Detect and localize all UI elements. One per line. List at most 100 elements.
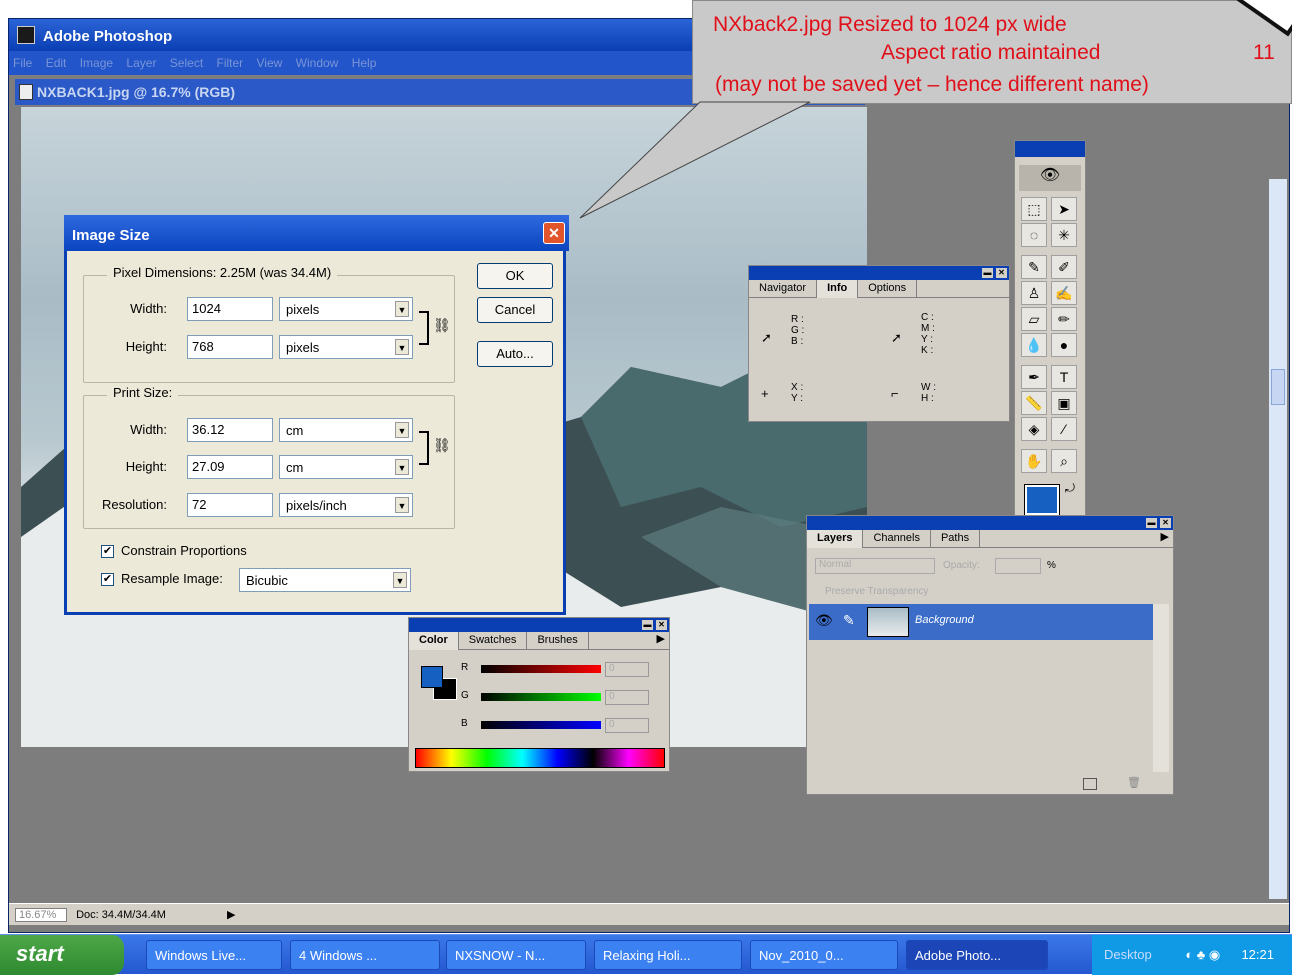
palette-titlebar[interactable]: ▬ ✕ — [749, 266, 1009, 280]
menu-file[interactable]: File — [13, 56, 32, 70]
zoom-level[interactable]: 16.67% — [15, 908, 67, 922]
print-height-unit-select[interactable]: cm ▼ — [279, 455, 413, 479]
close-icon[interactable]: ✕ — [656, 620, 667, 630]
blend-mode-select[interactable]: Normal — [815, 558, 935, 574]
blue-slider[interactable] — [481, 721, 601, 729]
measure-tool-icon[interactable]: 📏 — [1021, 391, 1047, 415]
minimize-icon[interactable]: ▬ — [982, 268, 993, 278]
palette-menu-icon[interactable]: ▶ — [1161, 530, 1169, 543]
paint-bucket-icon[interactable]: ◈ — [1021, 417, 1047, 441]
red-value[interactable]: 0 — [605, 662, 649, 677]
blue-value[interactable]: 0 — [605, 718, 649, 733]
task-relaxing-holi[interactable]: Relaxing Holi... — [594, 940, 742, 970]
tab-channels[interactable]: Channels — [863, 530, 931, 548]
print-width-unit-select[interactable]: cm ▼ — [279, 418, 413, 442]
close-icon[interactable]: ✕ — [543, 222, 565, 244]
green-value[interactable]: 0 — [605, 690, 649, 705]
lasso-tool-icon[interactable]: ◌ — [1021, 223, 1047, 247]
hand-tool-icon[interactable]: ✋ — [1021, 449, 1047, 473]
opacity-input[interactable] — [995, 558, 1041, 574]
burn-tool-icon[interactable]: ● — [1051, 333, 1077, 357]
menu-layer[interactable]: Layer — [126, 56, 156, 70]
eraser-tool-icon[interactable]: ▱ — [1021, 307, 1047, 331]
tab-swatches[interactable]: Swatches — [459, 632, 528, 650]
auto-button[interactable]: Auto... — [477, 341, 553, 367]
tab-options[interactable]: Options — [858, 280, 918, 298]
clock[interactable]: 12:21 — [1241, 947, 1274, 962]
desktop-toolbar[interactable]: Desktop — [1104, 947, 1152, 962]
print-width-input[interactable]: 36.12 — [187, 418, 273, 442]
tab-color[interactable]: Color — [409, 632, 459, 650]
blue-label: B — [461, 718, 468, 729]
task-nxsnow[interactable]: NXSNOW - N... — [446, 940, 586, 970]
menu-view[interactable]: View — [257, 56, 283, 70]
color-ramp[interactable] — [415, 748, 665, 768]
menu-help[interactable]: Help — [352, 56, 377, 70]
airbrush-tool-icon[interactable]: ✎ — [1021, 255, 1047, 279]
menu-image[interactable]: Image — [80, 56, 113, 70]
tab-info[interactable]: Info — [817, 280, 859, 298]
trash-icon[interactable]: 🗑 — [1127, 776, 1141, 789]
resolution-unit-select[interactable]: pixels/inch ▼ — [279, 493, 413, 517]
tab-navigator[interactable]: Navigator — [749, 280, 818, 298]
tab-paths[interactable]: Paths — [931, 530, 981, 548]
constrain-proportions-checkbox[interactable]: ✔ — [101, 545, 114, 558]
eyedropper-tool-icon[interactable]: ⁄ — [1051, 417, 1077, 441]
status-arrow-icon[interactable]: ▶ — [227, 909, 235, 921]
adobe-eye-icon[interactable]: 👁 — [1019, 165, 1081, 191]
marquee-tool-icon[interactable]: ⬚ — [1021, 197, 1047, 221]
paintbrush-tool-icon[interactable]: ✐ — [1051, 255, 1077, 279]
eye-visibility-icon[interactable]: 👁 — [815, 612, 833, 629]
magic-wand-icon[interactable]: ✳ — [1051, 223, 1077, 247]
palette-menu-icon[interactable]: ▶ — [657, 632, 665, 645]
start-button[interactable]: start — [0, 935, 124, 975]
dialog-titlebar[interactable]: Image Size ✕ — [64, 215, 569, 251]
print-height-input[interactable]: 27.09 — [187, 455, 273, 479]
menu-edit[interactable]: Edit — [46, 56, 67, 70]
blur-tool-icon[interactable]: 💧 — [1021, 333, 1047, 357]
width-input[interactable]: 1024 — [187, 297, 273, 321]
scroll-thumb[interactable] — [1271, 369, 1285, 405]
palette-titlebar[interactable]: ▬ ✕ — [807, 516, 1173, 530]
pencil-tool-icon[interactable]: ✏ — [1051, 307, 1077, 331]
ok-button[interactable]: OK — [477, 263, 553, 289]
pen-tool-icon[interactable]: ✒ — [1021, 365, 1047, 389]
foreground-color-swatch[interactable] — [421, 666, 443, 688]
history-brush-icon[interactable]: ✍ — [1051, 281, 1077, 305]
minimize-icon[interactable]: ▬ — [642, 620, 653, 630]
width-unit-select[interactable]: pixels ▼ — [279, 297, 413, 321]
cancel-button[interactable]: Cancel — [477, 297, 553, 323]
task-adobe-photoshop[interactable]: Adobe Photo... — [906, 940, 1048, 970]
zoom-tool-icon[interactable]: ⌕ — [1051, 449, 1077, 473]
resample-method-select[interactable]: Bicubic ▼ — [239, 568, 411, 592]
layer-scrollbar[interactable] — [1153, 604, 1169, 772]
height-input[interactable]: 768 — [187, 335, 273, 359]
palette-titlebar[interactable]: ▬ ✕ — [409, 618, 669, 632]
gradient-tool-icon[interactable]: ▣ — [1051, 391, 1077, 415]
menu-select[interactable]: Select — [170, 56, 203, 70]
foreground-color-swatch[interactable] — [1024, 484, 1060, 516]
close-icon[interactable]: ✕ — [1160, 518, 1171, 528]
resample-image-checkbox[interactable]: ✔ — [101, 573, 114, 586]
height-unit-select[interactable]: pixels ▼ — [279, 335, 413, 359]
stamp-tool-icon[interactable]: ♙ — [1021, 281, 1047, 305]
move-tool-icon[interactable]: ➤ — [1051, 197, 1077, 221]
toolbox-titlebar[interactable] — [1015, 141, 1085, 157]
green-slider[interactable] — [481, 693, 601, 701]
tab-brushes[interactable]: Brushes — [527, 632, 589, 650]
menu-filter[interactable]: Filter — [217, 56, 244, 70]
task-windows-explorer[interactable]: 4 Windows ... — [290, 940, 440, 970]
tab-layers[interactable]: Layers — [807, 530, 864, 548]
type-tool-icon[interactable]: T — [1051, 365, 1077, 389]
resolution-input[interactable]: 72 — [187, 493, 273, 517]
new-layer-icon[interactable] — [1083, 778, 1097, 790]
red-slider[interactable] — [481, 665, 601, 673]
layer-row[interactable]: 👁 ✎ Background — [809, 604, 1153, 640]
swap-colors-icon[interactable]: ⤾ — [1065, 481, 1075, 496]
close-icon[interactable]: ✕ — [996, 268, 1007, 278]
vertical-scrollbar[interactable] — [1269, 179, 1287, 899]
task-windows-live[interactable]: Windows Live... — [146, 940, 282, 970]
menu-window[interactable]: Window — [296, 56, 339, 70]
minimize-icon[interactable]: ▬ — [1146, 518, 1157, 528]
task-nov-2010[interactable]: Nov_2010_0... — [750, 940, 898, 970]
